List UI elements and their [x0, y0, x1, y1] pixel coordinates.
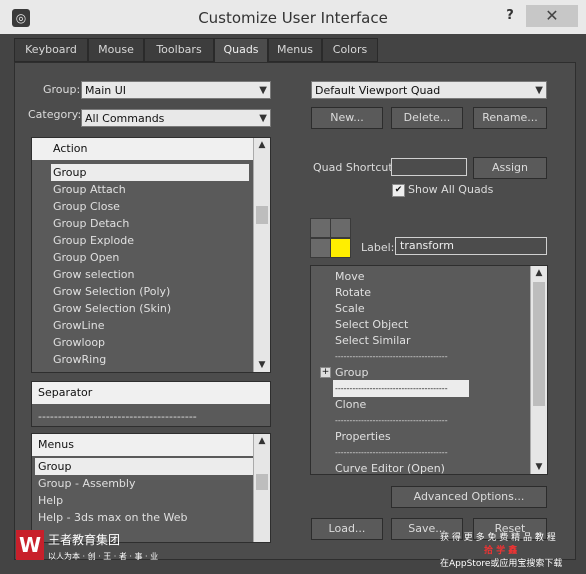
window-title: Customize User Interface	[198, 9, 388, 27]
group-value: Main UI	[85, 84, 127, 97]
tab-mouse[interactable]: Mouse	[88, 38, 144, 62]
quad-label-field[interactable]: transform	[395, 237, 547, 255]
separator-item[interactable]: ----------------------------------------	[38, 408, 197, 425]
quad-shortcut-label: Quad Shortcut:	[313, 161, 397, 174]
watermark-right-line2: 拾 学 鑫	[484, 546, 518, 556]
quad-top-left[interactable]	[310, 218, 331, 238]
tab-menus[interactable]: Menus	[268, 38, 322, 62]
action-item[interactable]: GrowRing	[53, 351, 106, 368]
assign-button[interactable]: Assign	[473, 157, 547, 179]
title-bar: ◎ Customize User Interface ? ✕	[0, 0, 586, 34]
menus-list-scrollbar[interactable]: ▲	[253, 434, 270, 542]
tab-quads[interactable]: Quads	[214, 38, 268, 63]
quad-set-dropdown[interactable]: Default Viewport Quad ▼	[311, 81, 547, 99]
action-item[interactable]: GrowLine	[53, 317, 104, 334]
label-caption: Label:	[361, 241, 395, 254]
quad-top-right[interactable]	[330, 218, 351, 238]
action-column-header[interactable]: Action	[32, 138, 270, 160]
category-label: Category:	[28, 108, 82, 121]
scroll-thumb[interactable]	[256, 206, 268, 224]
quad-separator[interactable]: ---------------------------------------	[335, 412, 448, 429]
action-item[interactable]: Group Close	[53, 198, 120, 215]
quad-bottom-right-selected[interactable]	[330, 238, 351, 258]
action-item[interactable]: Grow selection	[53, 266, 134, 283]
rename-quad-button[interactable]: Rename...	[473, 107, 547, 129]
quad-item[interactable]: Scale	[335, 300, 365, 317]
expand-icon[interactable]: +	[320, 367, 331, 378]
watermark-logo-icon: W	[16, 530, 44, 560]
separator-list: Separator ------------------------------…	[31, 381, 271, 427]
menu-item[interactable]: Help - 3ds max on the Web	[38, 509, 187, 526]
action-item[interactable]: Group Attach	[53, 181, 126, 198]
group-label: Group:	[43, 83, 81, 96]
watermark-left-sub: 以人为本 · 创 · 王 · 者 · 事 · 业	[48, 552, 159, 561]
quad-shortcut-field[interactable]	[391, 158, 467, 176]
quad-items-list: Move Rotate Scale Select Object Select S…	[310, 265, 548, 475]
quad-bottom-left[interactable]	[310, 238, 331, 258]
tab-toolbars[interactable]: Toolbars	[144, 38, 214, 62]
advanced-options-button[interactable]: Advanced Options...	[391, 486, 547, 508]
scroll-down-icon[interactable]: ▼	[254, 358, 270, 372]
menu-item[interactable]: Help	[38, 492, 63, 509]
quad-item[interactable]: Clone	[335, 396, 366, 413]
tab-colors[interactable]: Colors	[322, 38, 378, 62]
quad-separator-selected[interactable]: ---------------------------------------	[333, 380, 469, 397]
quad-item[interactable]: Properties	[335, 428, 391, 445]
watermark-right-line1: 获 得 更 多 免 费 精 品 教 程	[440, 533, 556, 543]
scroll-up-icon[interactable]: ▲	[254, 434, 270, 448]
scroll-up-icon[interactable]: ▲	[254, 138, 270, 152]
scroll-up-icon[interactable]: ▲	[531, 266, 547, 280]
quad-items-scrollbar[interactable]: ▲ ▼	[530, 266, 547, 474]
quad-item[interactable]: Curve Editor (Open)	[335, 460, 445, 474]
quad-item[interactable]: Move	[335, 268, 365, 285]
action-item[interactable]: Group Open	[53, 249, 119, 266]
tab-keyboard[interactable]: Keyboard	[14, 38, 88, 62]
menu-item[interactable]: Group	[35, 458, 254, 475]
quad-set-value: Default Viewport Quad	[315, 84, 441, 97]
quads-panel: Group: Main UI ▼ Category: All Commands …	[14, 62, 576, 560]
help-button[interactable]: ?	[500, 6, 520, 26]
close-button[interactable]: ✕	[526, 5, 578, 27]
category-value: All Commands	[85, 112, 165, 125]
quad-item[interactable]: Group	[335, 364, 369, 381]
action-list-scrollbar[interactable]: ▲ ▼	[253, 138, 270, 372]
show-all-quads-checkbox[interactable]: ✔	[392, 184, 405, 197]
watermark-right-line3: 在AppStore或应用宝搜索下载	[440, 559, 563, 569]
action-item[interactable]: Grow Selection (Poly)	[53, 283, 170, 300]
chevron-down-icon: ▼	[535, 85, 543, 96]
scroll-thumb[interactable]	[256, 474, 268, 490]
quad-separator[interactable]: ---------------------------------------	[335, 348, 448, 365]
action-list: Action Group Group Attach Group Close Gr…	[31, 137, 271, 373]
separator-header[interactable]: Separator	[32, 382, 270, 404]
category-dropdown[interactable]: All Commands ▼	[81, 109, 271, 127]
quad-item[interactable]: Select Object	[335, 316, 408, 333]
action-item[interactable]: Growloop	[53, 334, 105, 351]
new-quad-button[interactable]: New...	[311, 107, 383, 129]
group-dropdown[interactable]: Main UI ▼	[81, 81, 271, 99]
action-item[interactable]: Group Explode	[53, 232, 134, 249]
action-item[interactable]: Group	[51, 164, 249, 181]
tab-bar: Keyboard Mouse Toolbars Quads Menus Colo…	[14, 38, 574, 63]
quad-item[interactable]: Select Similar	[335, 332, 411, 349]
quad-separator[interactable]: ---------------------------------------	[335, 444, 448, 461]
show-all-quads-label: Show All Quads	[408, 183, 494, 196]
chevron-down-icon: ▼	[259, 113, 267, 124]
menus-header[interactable]: Menus	[32, 434, 270, 456]
customize-ui-window: ◎ Customize User Interface ? ✕ Keyboard …	[0, 0, 586, 574]
menu-item[interactable]: Group - Assembly	[38, 475, 135, 492]
load-button[interactable]: Load...	[311, 518, 383, 540]
action-item[interactable]: Grow Selection (Skin)	[53, 300, 171, 317]
menus-list: Menus Group Group - Assembly Help Help -…	[31, 433, 271, 543]
chevron-down-icon: ▼	[259, 85, 267, 96]
scroll-down-icon[interactable]: ▼	[531, 460, 547, 474]
scroll-thumb[interactable]	[533, 282, 545, 406]
quad-item[interactable]: Rotate	[335, 284, 371, 301]
action-item[interactable]: Group Detach	[53, 215, 129, 232]
delete-quad-button[interactable]: Delete...	[391, 107, 463, 129]
watermark-left-text: 王者教育集团	[48, 533, 121, 547]
